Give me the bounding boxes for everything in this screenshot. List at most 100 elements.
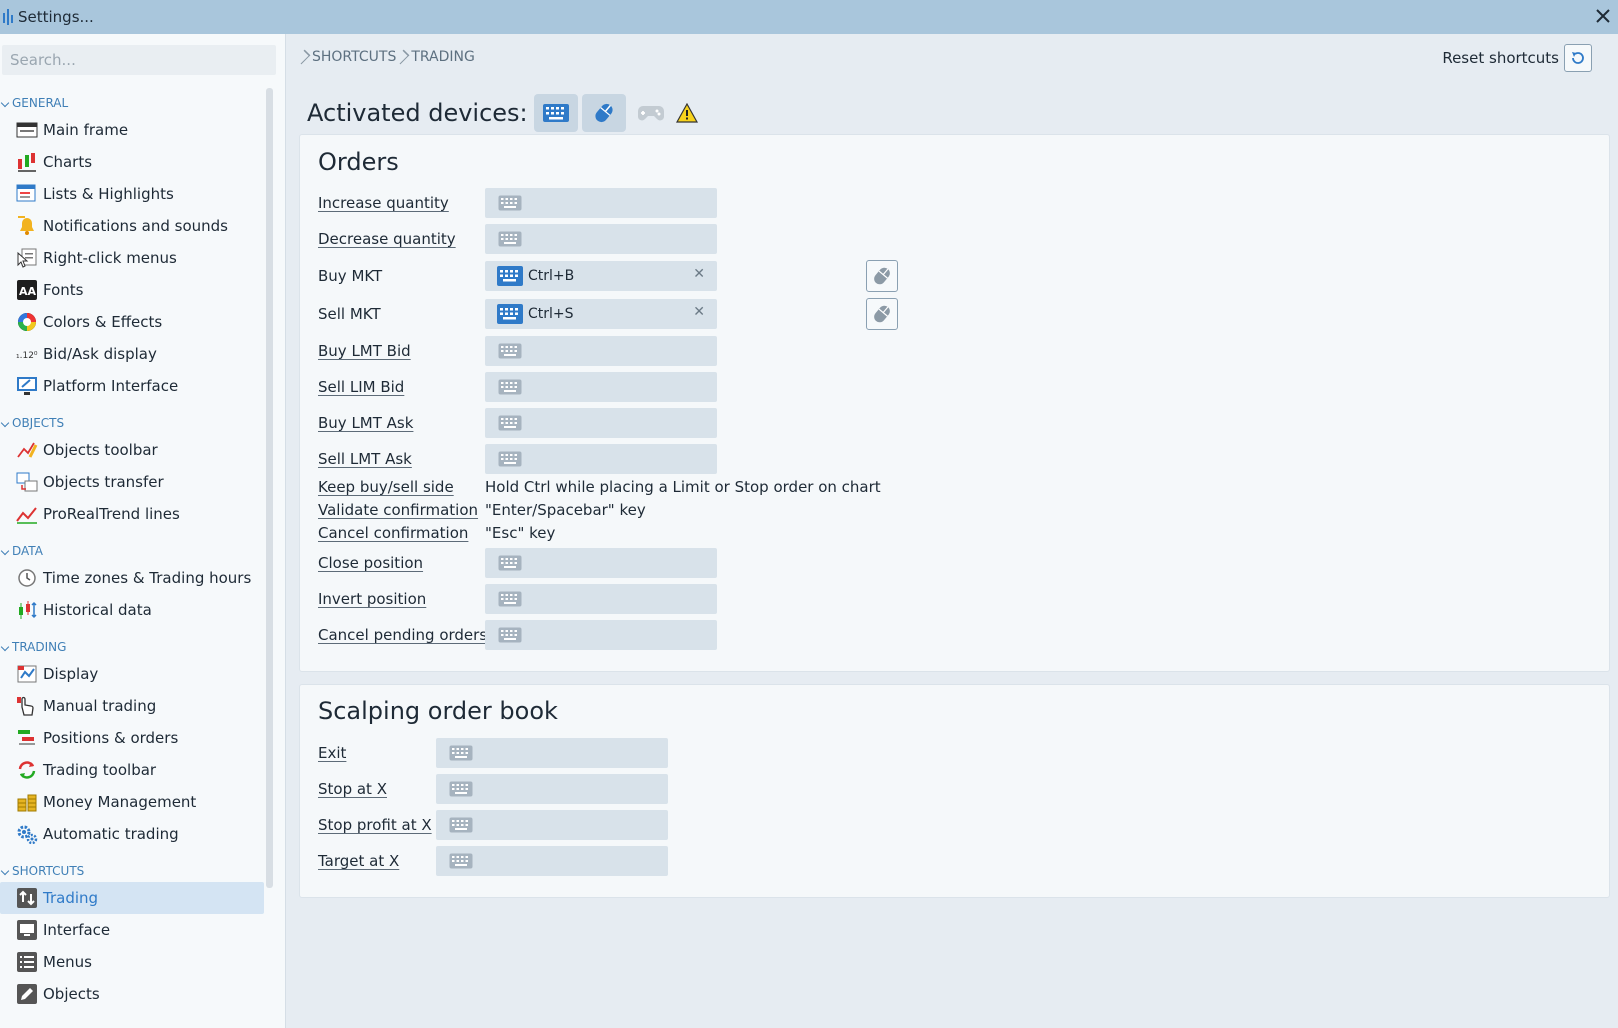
sidebar-item-right-click-menus[interactable]: Right-click menus xyxy=(0,242,264,274)
stop-profit-at-x-label[interactable]: Stop profit at X xyxy=(318,816,436,834)
row-decrease-quantity: Decrease quantity xyxy=(318,224,717,254)
sidebar-item-shortcuts-objects[interactable]: Objects xyxy=(0,978,264,1010)
breadcrumb-item[interactable]: TRADING xyxy=(411,49,475,65)
target-at-x-field[interactable] xyxy=(436,846,668,876)
stop-at-x-field[interactable] xyxy=(436,774,668,804)
invert-position-field[interactable] xyxy=(485,584,717,614)
search-input[interactable] xyxy=(2,45,276,75)
section-objects[interactable]: OBJECTS xyxy=(0,402,264,434)
sidebar-item-shortcuts-interface[interactable]: Interface xyxy=(0,914,264,946)
gamepad-device-toggle[interactable] xyxy=(636,94,666,132)
stop-profit-at-x-field[interactable] xyxy=(436,810,668,840)
sidebar-item-platform-interface[interactable]: Platform Interface xyxy=(0,370,264,402)
cancel-pending-orders-field[interactable] xyxy=(485,620,717,650)
sell-mkt-label[interactable]: Sell MKT xyxy=(318,305,485,323)
exit-field[interactable] xyxy=(436,738,668,768)
buy-mkt-label[interactable]: Buy MKT xyxy=(318,267,485,285)
sidebar-item-shortcuts-trading[interactable]: Trading xyxy=(0,882,264,914)
sidebar-item-historical-data[interactable]: Historical data xyxy=(0,594,264,626)
cancel-pending-orders-label[interactable]: Cancel pending orders xyxy=(318,626,487,644)
section-data[interactable]: DATA xyxy=(0,530,264,562)
reset-icon xyxy=(1572,52,1584,64)
sidebar-item-objects-toolbar[interactable]: Objects toolbar xyxy=(0,434,264,466)
breadcrumb: SHORTCUTS TRADING xyxy=(295,49,475,65)
row-validate-confirmation: Validate confirmation "Enter/Spacebar" k… xyxy=(318,501,646,519)
sell-lim-bid-label[interactable]: Sell LIM Bid xyxy=(318,378,485,396)
buy-mkt-field[interactable]: Ctrl+B ✕ xyxy=(485,261,717,291)
sidebar-item-manual-trading[interactable]: Manual trading xyxy=(0,690,264,722)
invert-position-label[interactable]: Invert position xyxy=(318,590,485,608)
sidebar-item-money-management[interactable]: Money Management xyxy=(0,786,264,818)
sell-lmt-ask-label[interactable]: Sell LMT Ask xyxy=(318,450,485,468)
sell-lim-bid-field[interactable] xyxy=(485,372,717,402)
reset-shortcuts[interactable]: Reset shortcuts xyxy=(1442,44,1592,72)
chevron-down-icon xyxy=(0,98,10,108)
keyboard-icon xyxy=(498,591,522,607)
close-icon xyxy=(1596,9,1610,23)
decrease-quantity-label[interactable]: Decrease quantity xyxy=(318,230,485,248)
exchange-arrows-icon xyxy=(18,761,36,779)
sidebar-item-colors-effects[interactable]: Colors & Effects xyxy=(0,306,264,338)
sell-lmt-ask-field[interactable] xyxy=(485,444,717,474)
buy-lmt-bid-field[interactable] xyxy=(485,336,717,366)
sidebar-item-display[interactable]: Display xyxy=(0,658,264,690)
keyboard-device-toggle[interactable] xyxy=(533,94,578,132)
stop-at-x-label[interactable]: Stop at X xyxy=(318,780,436,798)
exit-label[interactable]: Exit xyxy=(318,744,436,762)
keyboard-icon xyxy=(500,270,518,282)
sidebar-item-notifications[interactable]: Notifications and sounds xyxy=(0,210,264,242)
sidebar-item-charts[interactable]: Charts xyxy=(0,146,264,178)
sidebar-item-positions-orders[interactable]: Positions & orders xyxy=(0,722,264,754)
pencil-chart-icon xyxy=(17,442,38,458)
buy-lmt-ask-label[interactable]: Buy LMT Ask xyxy=(318,414,485,432)
title-bar: Settings... xyxy=(0,0,1618,34)
increase-quantity-label[interactable]: Increase quantity xyxy=(318,194,485,212)
buy-mkt-mouse-button[interactable] xyxy=(866,260,898,292)
close-position-label[interactable]: Close position xyxy=(318,554,485,572)
breadcrumb-item[interactable]: SHORTCUTS xyxy=(312,49,396,65)
sell-mkt-mouse-button[interactable] xyxy=(866,298,898,330)
sidebar-item-objects-transfer[interactable]: Objects transfer xyxy=(0,466,264,498)
row-stop-profit-at-x: Stop profit at X xyxy=(318,810,668,840)
mouse-icon xyxy=(595,103,613,123)
section-trading[interactable]: TRADING xyxy=(0,626,264,658)
svg-text:₁.12⁰: ₁.12⁰ xyxy=(16,351,38,361)
mouse-device-toggle[interactable] xyxy=(581,94,626,132)
scalping-panel: Scalping order book Exit Stop at X Stop … xyxy=(299,684,1610,898)
scalping-title: Scalping order book xyxy=(318,697,558,725)
sell-mkt-field[interactable]: Ctrl+S ✕ xyxy=(485,299,717,329)
validate-confirmation-label[interactable]: Validate confirmation xyxy=(318,501,485,519)
sidebar-item-fonts[interactable]: AA Fonts xyxy=(0,274,264,306)
buy-lmt-ask-field[interactable] xyxy=(485,408,717,438)
target-at-x-label[interactable]: Target at X xyxy=(318,852,436,870)
row-target-at-x: Target at X xyxy=(318,846,668,876)
clear-buy-mkt-button[interactable]: ✕ xyxy=(693,266,705,282)
buy-lmt-bid-label[interactable]: Buy LMT Bid xyxy=(318,342,485,360)
row-buy-mkt: Buy MKT Ctrl+B ✕ xyxy=(318,261,717,291)
reset-shortcuts-button[interactable] xyxy=(1564,44,1592,72)
increase-quantity-field[interactable] xyxy=(485,188,717,218)
sidebar-item-lists-highlights[interactable]: Lists & Highlights xyxy=(0,178,264,210)
keyboard-icon xyxy=(498,343,522,359)
sidebar-item-main-frame[interactable]: Main frame xyxy=(0,114,264,146)
section-shortcuts[interactable]: SHORTCUTS xyxy=(0,850,264,882)
keyboard-icon xyxy=(498,379,522,395)
close-position-field[interactable] xyxy=(485,548,717,578)
sidebar-scrollbar[interactable] xyxy=(266,88,273,888)
sidebar-item-prorealtrend-lines[interactable]: ProRealTrend lines xyxy=(0,498,264,530)
font-icon: AA xyxy=(17,280,37,300)
decrease-quantity-field[interactable] xyxy=(485,224,717,254)
row-keep-side: Keep buy/sell side Hold Ctrl while placi… xyxy=(318,478,881,496)
clear-sell-mkt-button[interactable]: ✕ xyxy=(693,304,705,320)
keep-side-label[interactable]: Keep buy/sell side xyxy=(318,478,485,496)
close-button[interactable] xyxy=(1592,5,1614,27)
sidebar-item-trading-toolbar[interactable]: Trading toolbar xyxy=(0,754,264,786)
sidebar-nav: GENERAL Main frame Charts Lists & Highli… xyxy=(0,82,264,1010)
main-content: SHORTCUTS TRADING Reset shortcuts Activa… xyxy=(287,34,1618,1028)
section-general[interactable]: GENERAL xyxy=(0,82,264,114)
sidebar-item-time-zones[interactable]: Time zones & Trading hours xyxy=(0,562,264,594)
sidebar-item-bid-ask-display[interactable]: ₁.12⁰ Bid/Ask display xyxy=(0,338,264,370)
sidebar-item-automatic-trading[interactable]: Automatic trading xyxy=(0,818,264,850)
cancel-confirmation-label[interactable]: Cancel confirmation xyxy=(318,524,485,542)
sidebar-item-shortcuts-menus[interactable]: Menus xyxy=(0,946,264,978)
